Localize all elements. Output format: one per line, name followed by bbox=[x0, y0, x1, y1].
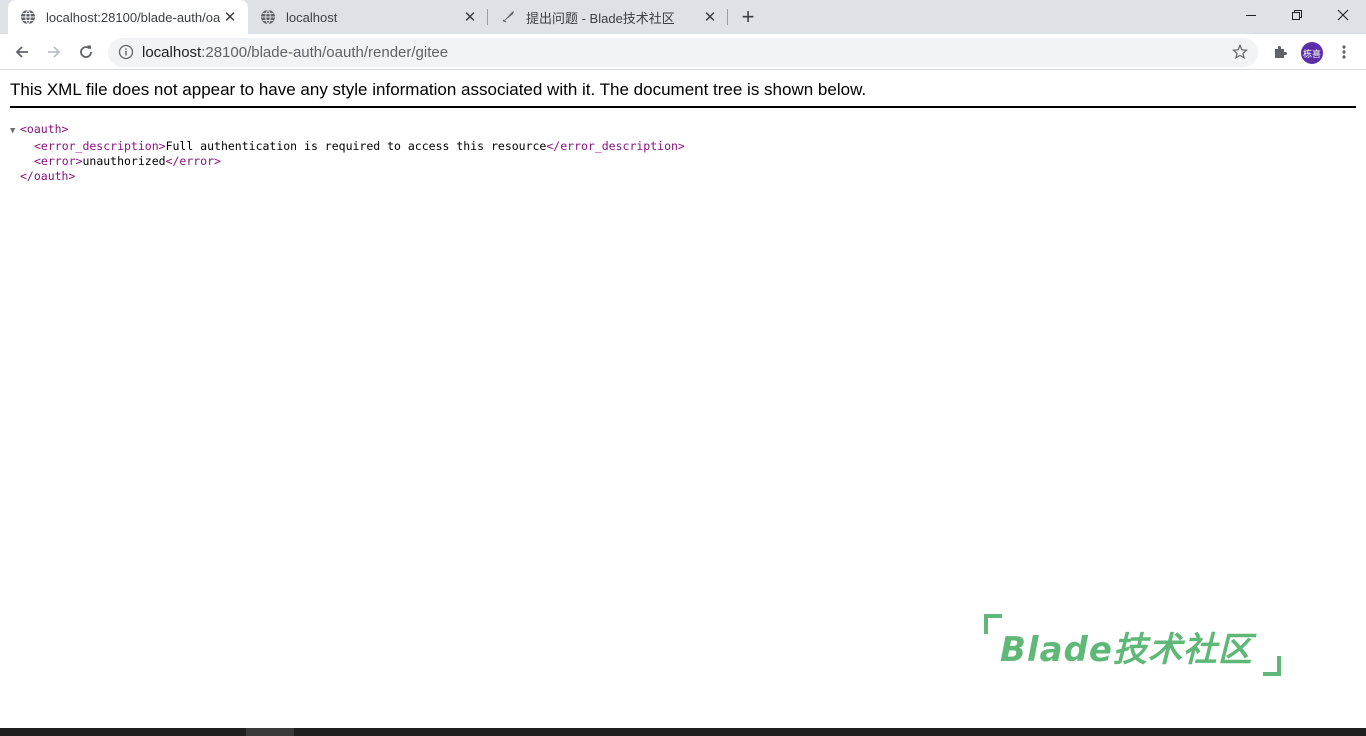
back-button[interactable] bbox=[8, 38, 36, 66]
collapse-triangle-icon[interactable]: ▼ bbox=[10, 124, 20, 139]
kebab-menu-icon bbox=[1342, 45, 1346, 59]
xml-tag: <error_description> bbox=[34, 139, 166, 153]
xml-value: unauthorized bbox=[82, 154, 166, 168]
menu-button[interactable] bbox=[1330, 38, 1358, 66]
xml-style-notice: This XML file does not appear to have an… bbox=[10, 80, 1356, 108]
xml-tag: <oauth> bbox=[20, 122, 69, 136]
watermark-bracket-close bbox=[1263, 656, 1281, 676]
xml-tag: </error> bbox=[165, 154, 221, 168]
close-icon[interactable]: ✕ bbox=[700, 7, 720, 27]
xml-tag: </error_description> bbox=[546, 139, 685, 153]
close-window-button[interactable] bbox=[1320, 0, 1366, 30]
reload-icon bbox=[80, 45, 92, 58]
xml-tree: ▼ <oauth> <error_description>Full authent… bbox=[10, 122, 685, 184]
xml-root-close-line: </oauth> bbox=[10, 169, 685, 184]
browser-toolbar: localhost:28100/blade-auth/oauth/render/… bbox=[0, 34, 1366, 70]
close-icon[interactable]: ✕ bbox=[220, 7, 240, 27]
globe-icon bbox=[21, 9, 35, 25]
arrow-left-icon bbox=[15, 46, 28, 58]
xml-root-open-line: ▼ <oauth> bbox=[10, 122, 685, 139]
restore-button[interactable] bbox=[1274, 0, 1320, 30]
minimize-icon bbox=[1246, 15, 1256, 16]
puzzle-icon bbox=[1275, 46, 1287, 58]
watermark-text: Blade技术社区 bbox=[1000, 630, 1253, 670]
reload-button[interactable] bbox=[72, 38, 100, 66]
tab-blade-community[interactable]: 提出问题 - Blade技术社区 ✕ bbox=[488, 0, 728, 34]
close-icon[interactable]: ✕ bbox=[460, 7, 480, 27]
tab-title: localhost:28100/blade-auth/oauth/render/… bbox=[46, 9, 220, 25]
quill-icon bbox=[502, 11, 514, 23]
globe-icon bbox=[261, 9, 275, 25]
address-bar[interactable]: localhost:28100/blade-auth/oauth/render/… bbox=[108, 38, 1258, 67]
xml-error-description-line: <error_description>Full authentication i… bbox=[10, 139, 685, 154]
extensions-button[interactable] bbox=[1266, 38, 1294, 66]
url-text[interactable]: localhost:28100/blade-auth/oauth/render/… bbox=[142, 44, 448, 61]
tab-title: 提出问题 - Blade技术社区 bbox=[526, 10, 675, 26]
tab-strip: localhost:28100/blade-auth/oauth/render/… bbox=[0, 0, 1366, 34]
xml-tag: </oauth> bbox=[20, 169, 76, 183]
taskbar-active-app[interactable] bbox=[246, 728, 294, 736]
minimize-button[interactable] bbox=[1228, 0, 1274, 30]
profile-avatar[interactable]: 栋喜 bbox=[1301, 42, 1323, 64]
url-path: :28100/blade-auth/oauth/render/gitee bbox=[201, 44, 449, 61]
close-icon bbox=[1337, 9, 1349, 21]
star-icon[interactable] bbox=[1232, 44, 1248, 60]
forward-button[interactable] bbox=[40, 38, 68, 66]
blade-watermark: Blade技术社区 bbox=[980, 610, 1285, 680]
xml-tag: <error> bbox=[34, 154, 83, 168]
tab-title: localhost bbox=[286, 9, 338, 25]
info-icon[interactable] bbox=[118, 44, 134, 60]
restore-icon bbox=[1292, 10, 1302, 20]
tab-blade-auth[interactable]: localhost:28100/blade-auth/oauth/render/… bbox=[8, 0, 248, 34]
os-taskbar bbox=[0, 728, 1366, 736]
new-tab-button[interactable]: + bbox=[736, 4, 760, 29]
arrow-right-icon bbox=[48, 46, 61, 58]
xml-error-line: <error>unauthorized</error> bbox=[10, 154, 685, 169]
tab-localhost[interactable]: localhost ✕ bbox=[248, 0, 488, 34]
tab-separator bbox=[727, 9, 728, 25]
url-host: localhost bbox=[142, 44, 202, 61]
xml-value: Full authentication is required to acces… bbox=[165, 139, 547, 153]
